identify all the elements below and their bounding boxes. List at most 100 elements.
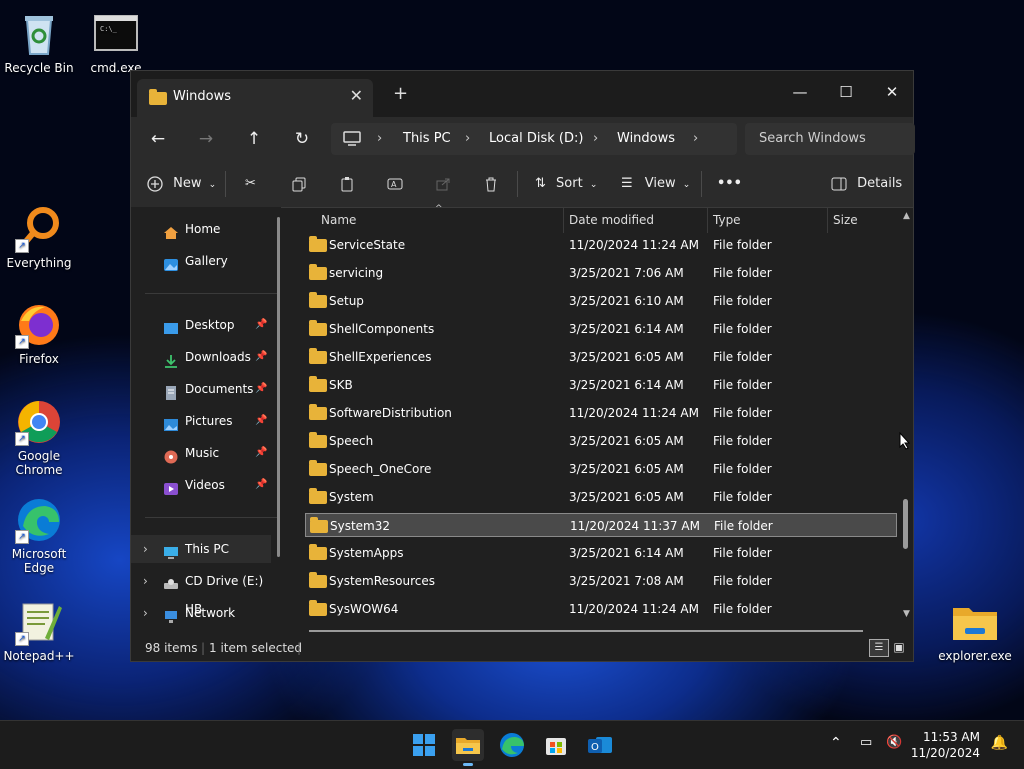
taskbar-edge[interactable] — [496, 729, 528, 761]
tab-windows[interactable]: Windows ✕ — [137, 79, 373, 117]
column-name[interactable]: Name — [321, 213, 356, 227]
table-row-selected[interactable]: System32 11/20/2024 11:37 AM File folder — [305, 513, 897, 537]
table-row[interactable]: Setup 3/25/2021 6:10 AM File folder — [305, 289, 897, 313]
column-divider[interactable] — [563, 207, 564, 233]
table-row[interactable]: Speech_OneCore 3/25/2021 6:05 AM File fold… — [305, 457, 897, 481]
taskbar-store[interactable] — [540, 729, 572, 761]
minimize-button[interactable]: — — [777, 77, 823, 107]
back-arrow-icon[interactable]: ← — [143, 125, 173, 153]
status-bar: 98 items | 1 item selected | ☰ ▣ — [131, 637, 913, 661]
details-button[interactable]: Details — [831, 171, 902, 197]
clock[interactable]: 11:53 AM 11/20/2024 — [911, 729, 980, 761]
taskbar-outlook[interactable]: O — [584, 729, 616, 761]
folder-icon — [309, 572, 327, 588]
taskbar-file-explorer[interactable] — [452, 729, 484, 766]
new-tab-button[interactable]: + — [393, 83, 408, 104]
tiles-view-icon[interactable]: ▣ — [891, 639, 907, 655]
horizontal-scrollbar-thumb[interactable] — [309, 630, 863, 632]
breadcrumb-this-pc[interactable]: This PC — [403, 131, 451, 146]
file-type: File folder — [713, 322, 772, 336]
details-view-icon[interactable]: ☰ — [869, 639, 889, 657]
table-row[interactable]: ServiceState 11/20/2024 11:24 AM File fold… — [305, 233, 897, 257]
nav-item-network[interactable]: › Network — [131, 599, 271, 627]
store-icon — [546, 738, 566, 755]
svg-text:O: O — [591, 742, 599, 753]
scroll-down-arrow-icon[interactable]: ▼ — [903, 609, 910, 619]
new-button[interactable]: New ⌄ — [147, 171, 216, 197]
up-arrow-icon[interactable]: ↑ — [239, 125, 269, 153]
breadcrumb-windows[interactable]: Windows — [617, 131, 675, 146]
folder-icon — [309, 320, 327, 336]
volume-muted-icon[interactable]: 🔇 — [886, 735, 902, 750]
edge-icon: ↗ — [15, 496, 63, 544]
rename-icon[interactable]: A — [387, 171, 403, 197]
folder-icon — [951, 598, 999, 646]
table-row[interactable]: SoftwareDistribution 11/20/2024 11:24 AM F… — [305, 401, 897, 425]
desktop-icon-explorer[interactable]: explorer.exe — [937, 598, 1013, 663]
home-icon — [163, 222, 179, 239]
nav-item-home[interactable]: Home — [131, 215, 271, 243]
file-type: File folder — [713, 294, 772, 308]
forward-arrow-icon[interactable]: → — [191, 125, 221, 153]
column-type[interactable]: Type — [713, 213, 741, 227]
cut-icon[interactable]: ✂ — [245, 171, 256, 197]
more-options-button[interactable]: ••• — [717, 171, 742, 197]
search-placeholder: Search Windows — [759, 131, 866, 146]
share-icon[interactable] — [435, 171, 451, 197]
search-box[interactable]: Search Windows — [745, 123, 915, 155]
start-button[interactable] — [408, 729, 440, 761]
table-row[interactable]: System 3/25/2021 6:05 AM File folder — [305, 485, 897, 509]
table-row[interactable]: servicing 3/25/2021 7:06 AM File folder — [305, 261, 897, 285]
table-row[interactable]: SystemResources 3/25/2021 7:08 AM File fol… — [305, 569, 897, 593]
desktop-icon-chrome[interactable]: ↗ Google Chrome — [1, 398, 77, 477]
nav-item-cd-drive[interactable]: › CD Drive (E:) HB — [131, 567, 271, 616]
nav-item-music[interactable]: Music 📌 — [131, 439, 271, 467]
table-row[interactable]: Speech 3/25/2021 6:05 AM File folder — [305, 429, 897, 453]
desktop-icon-cmd[interactable]: C:\_ cmd.exe — [78, 10, 154, 75]
nav-item-pictures[interactable]: Pictures 📌 — [131, 407, 271, 435]
column-divider[interactable] — [827, 207, 828, 233]
table-row[interactable]: SystemApps 3/25/2021 6:14 AM File folder — [305, 541, 897, 565]
column-divider[interactable] — [707, 207, 708, 233]
vertical-scrollbar-thumb[interactable] — [903, 499, 908, 549]
nav-item-videos[interactable]: Videos 📌 — [131, 471, 271, 499]
nav-pane-scrollbar[interactable] — [277, 217, 280, 557]
chevron-right-icon: › — [465, 131, 471, 146]
desktop-icon-firefox[interactable]: ↗ Firefox — [1, 301, 77, 366]
chevron-up-icon[interactable]: ⌃ — [830, 735, 842, 751]
sort-button[interactable]: ⇅ Sort ⌄ — [535, 171, 597, 197]
breadcrumb-local-disk[interactable]: Local Disk (D:) — [489, 131, 583, 146]
nav-item-desktop[interactable]: Desktop 📌 — [131, 311, 271, 339]
nav-item-gallery[interactable]: Gallery — [131, 247, 271, 275]
column-date-modified[interactable]: Date modified — [569, 213, 654, 227]
scroll-up-arrow-icon[interactable]: ▲ — [903, 211, 910, 221]
column-size[interactable]: Size — [833, 213, 858, 227]
desktop-icon-label: Everything — [6, 256, 72, 270]
nav-item-documents[interactable]: Documents 📌 — [131, 375, 271, 403]
nav-label: Videos — [185, 478, 225, 492]
table-row[interactable]: ShellComponents 3/25/2021 6:14 AM File fol… — [305, 317, 897, 341]
table-row[interactable]: SKB 3/25/2021 6:14 AM File folder — [305, 373, 897, 397]
nav-item-downloads[interactable]: Downloads 📌 — [131, 343, 271, 371]
address-bar[interactable]: › This PC › Local Disk (D:) › Windows › — [331, 123, 737, 155]
notification-bell-icon[interactable]: 🔔 — [991, 735, 1008, 751]
close-window-button[interactable]: ✕ — [869, 77, 915, 107]
maximize-button[interactable]: ☐ — [823, 77, 869, 107]
desktop-icon-notepadpp[interactable]: ↗ Notepad++ — [1, 598, 77, 663]
table-row[interactable]: SysWOW64 11/20/2024 11:24 AM File folder — [305, 597, 897, 621]
view-button[interactable]: ☰ View ⌄ — [621, 171, 690, 197]
desktop-icon-recycle-bin[interactable]: Recycle Bin — [1, 10, 77, 75]
copy-icon[interactable] — [291, 171, 307, 197]
desktop-icon-everything[interactable]: ↗ Everything — [1, 205, 77, 270]
nav-item-this-pc[interactable]: › This PC — [131, 535, 271, 563]
chevron-right-icon: › — [143, 542, 148, 556]
close-tab-icon[interactable]: ✕ — [350, 86, 363, 105]
network-status-icon[interactable]: ▭ — [860, 735, 872, 750]
table-row[interactable]: ShellExperiences 3/25/2021 6:05 AM File fo… — [305, 345, 897, 369]
paste-icon[interactable] — [339, 171, 355, 197]
desktop-icon-edge[interactable]: ↗ Microsoft Edge — [1, 496, 77, 575]
file-date: 3/25/2021 6:14 AM — [569, 546, 684, 560]
refresh-icon[interactable]: ↻ — [287, 125, 317, 153]
delete-icon[interactable] — [483, 171, 499, 197]
desktop-icon — [163, 318, 179, 334]
